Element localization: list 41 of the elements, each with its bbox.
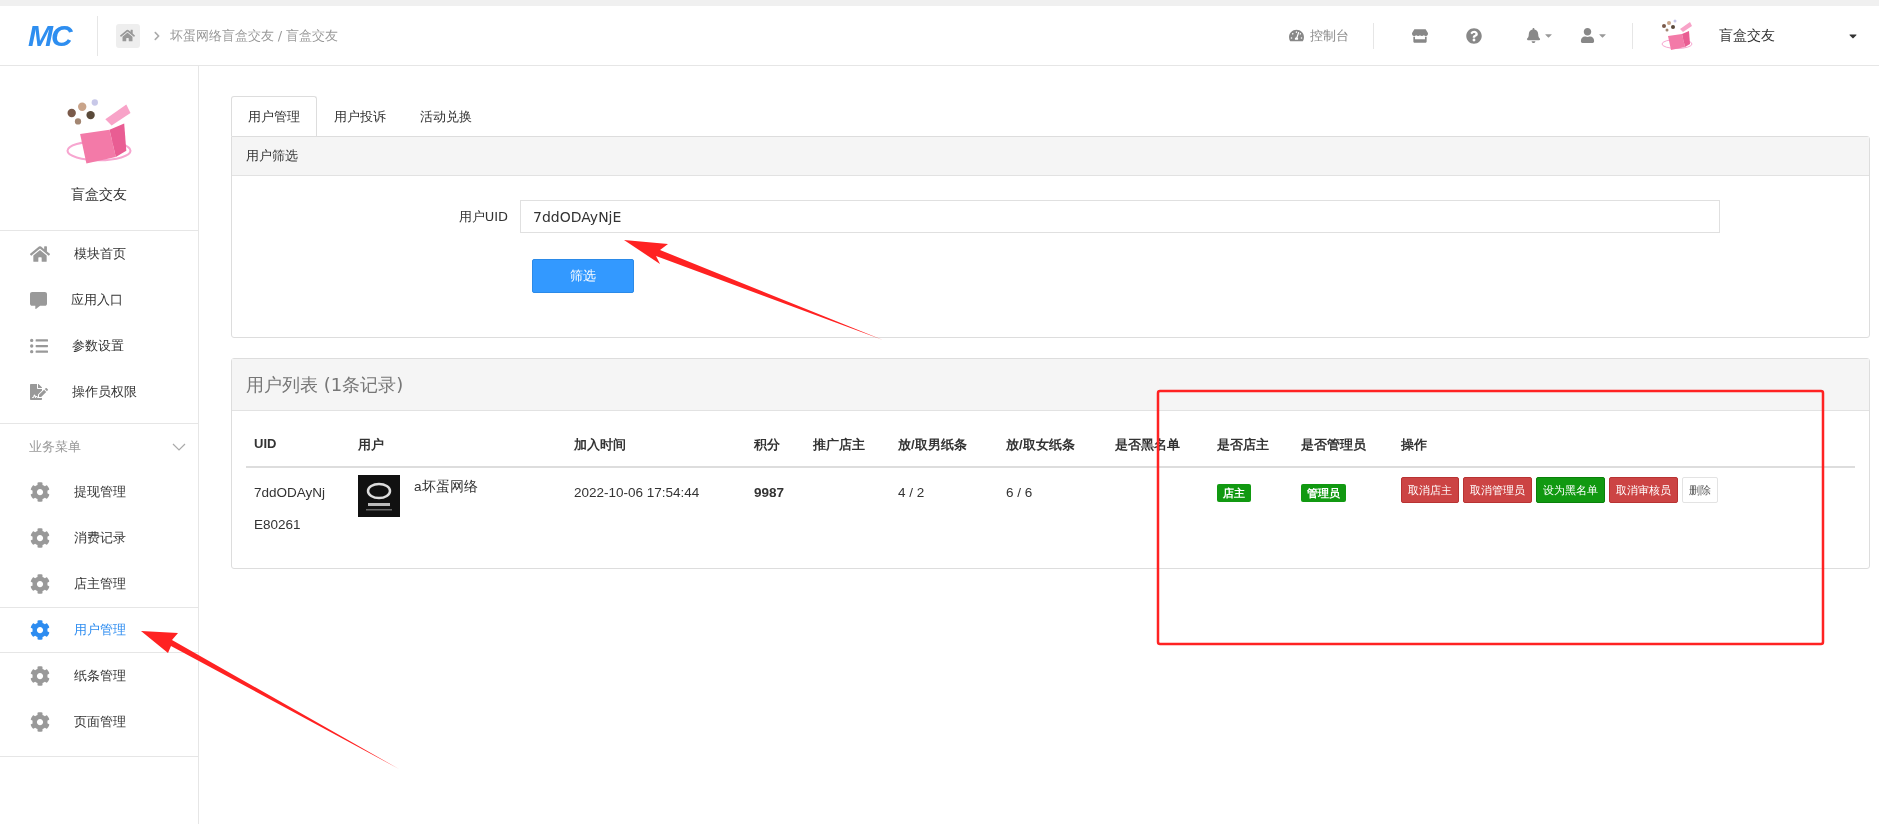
column-header: 用户	[357, 436, 385, 454]
panel-title: 用户筛选	[232, 137, 1869, 176]
panel-title: 用户列表 (1条记录)	[232, 359, 1869, 411]
table-cell-text: 6 / 6	[1005, 484, 1034, 502]
sidebar-item[interactable]: 页面管理	[0, 699, 198, 745]
console-link[interactable]: 控制台	[1289, 26, 1349, 45]
column-header: 加入时间	[573, 436, 627, 454]
action-button[interactable]: 取消审核员	[1609, 477, 1678, 503]
account-name[interactable]: 盲盒交友	[1719, 26, 1847, 45]
tab[interactable]: 用户管理	[231, 96, 317, 136]
sidebar-item[interactable]: 消费记录	[0, 515, 198, 561]
action-button[interactable]: 取消店主	[1401, 477, 1459, 503]
status-badge: 店主	[1217, 484, 1251, 502]
status-badge: 管理员	[1301, 484, 1346, 502]
table-cell-text: a坏蛋网络	[414, 478, 478, 496]
column-header: 推广店主	[812, 436, 866, 454]
column-header: UID	[253, 435, 278, 453]
table-cell-text: 7ddODAyNjE80261	[253, 484, 327, 534]
column-header: 积分	[753, 436, 781, 454]
column-header: 操作	[1400, 436, 1428, 454]
column-header: 是否管理员	[1300, 436, 1367, 454]
table-cell-text: 4 / 2	[897, 484, 926, 502]
action-button[interactable]: 取消管理员	[1463, 477, 1532, 503]
field-label: 用户UID	[457, 207, 509, 226]
action-button[interactable]: 删除	[1682, 477, 1718, 503]
menu-group-label: 业务菜单	[29, 437, 81, 456]
column-header: 放/取女纸条	[1005, 436, 1076, 454]
action-button[interactable]: 设为黑名单	[1536, 477, 1605, 503]
table-cell-text: 2022-10-06 17:54:44	[573, 484, 701, 502]
column-header: 是否店主	[1216, 436, 1270, 454]
table-cell-text: 9987	[753, 484, 786, 502]
sidebar-item[interactable]: 参数设置	[0, 323, 198, 369]
profile-name: 盲盒交友	[71, 186, 127, 204]
sidebar-item[interactable]: 应用入口	[0, 277, 198, 323]
sidebar-item[interactable]: 店主管理	[0, 561, 198, 607]
sidebar-item[interactable]: 提现管理	[0, 469, 198, 515]
sidebar-item[interactable]: 纸条管理	[0, 653, 198, 699]
sidebar-item[interactable]: 模块首页	[0, 231, 198, 277]
sidebar-item[interactable]: 操作员权限	[0, 369, 198, 415]
column-header: 放/取男纸条	[897, 436, 968, 454]
uid-input-field[interactable]: 7ddODAyNjE	[520, 200, 1720, 233]
